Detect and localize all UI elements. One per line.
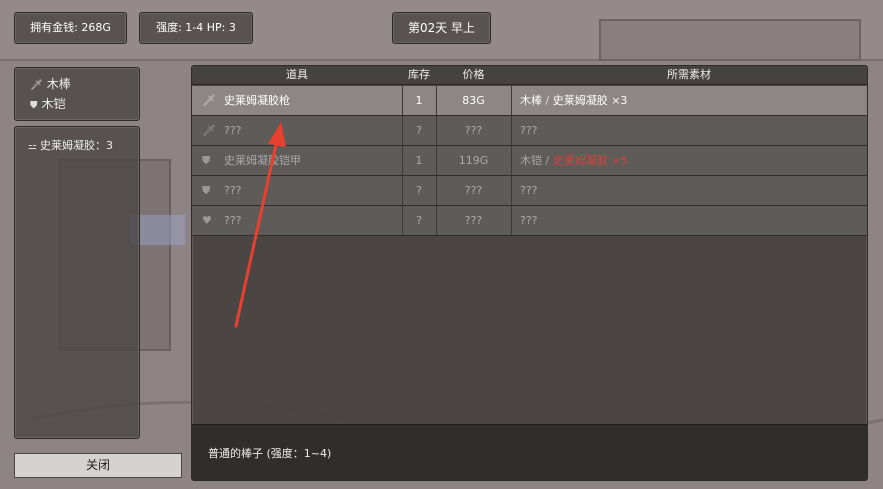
annotation-arrow bbox=[234, 122, 286, 328]
